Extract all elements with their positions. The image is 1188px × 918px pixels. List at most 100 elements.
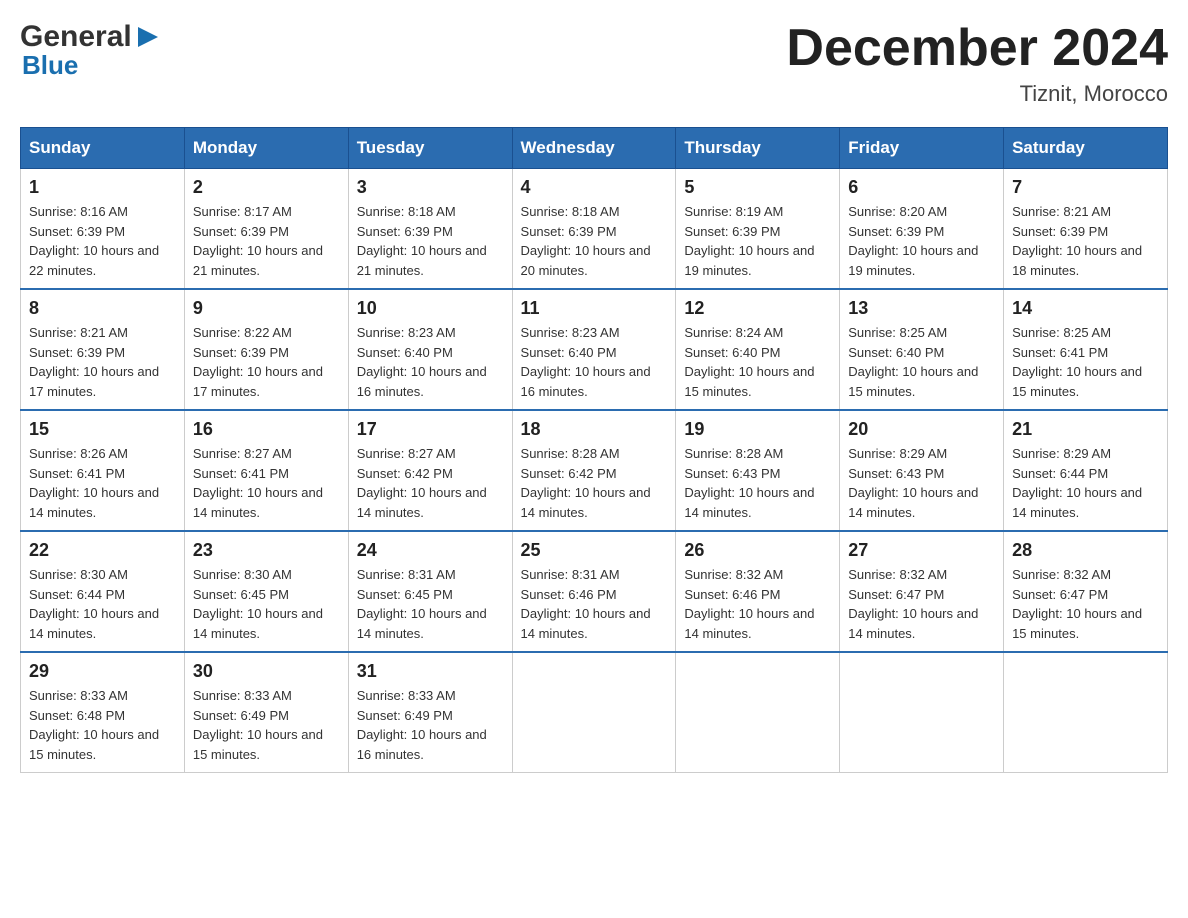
day-info: Sunrise: 8:33 AMSunset: 6:48 PMDaylight:… <box>29 686 176 764</box>
calendar-subtitle: Tiznit, Morocco <box>786 81 1168 107</box>
day-number: 2 <box>193 177 340 198</box>
calendar-cell <box>676 652 840 773</box>
day-number: 21 <box>1012 419 1159 440</box>
day-number: 13 <box>848 298 995 319</box>
calendar-cell: 17Sunrise: 8:27 AMSunset: 6:42 PMDayligh… <box>348 410 512 531</box>
calendar-cell: 22Sunrise: 8:30 AMSunset: 6:44 PMDayligh… <box>21 531 185 652</box>
calendar-week-row-4: 22Sunrise: 8:30 AMSunset: 6:44 PMDayligh… <box>21 531 1168 652</box>
calendar-cell: 12 Sunrise: 8:24 AMSunset: 6:40 PMDayligh… <box>676 289 840 410</box>
calendar-cell: 15Sunrise: 8:26 AMSunset: 6:41 PMDayligh… <box>21 410 185 531</box>
calendar-cell: 20 Sunrise: 8:29 AMSunset: 6:43 PMDayligh… <box>840 410 1004 531</box>
page-header: General Blue December 2024 Tiznit, Moroc… <box>20 20 1168 107</box>
day-info: Sunrise: 8:31 AMSunset: 6:46 PMDaylight:… <box>521 565 668 643</box>
day-number: 12 <box>684 298 831 319</box>
calendar-cell: 26 Sunrise: 8:32 AMSunset: 6:46 PMDayligh… <box>676 531 840 652</box>
day-number: 7 <box>1012 177 1159 198</box>
calendar-cell <box>512 652 676 773</box>
day-number: 27 <box>848 540 995 561</box>
day-number: 18 <box>521 419 668 440</box>
day-number: 9 <box>193 298 340 319</box>
day-info: Sunrise: 8:30 AMSunset: 6:45 PMDaylight:… <box>193 565 340 643</box>
calendar-cell: 21 Sunrise: 8:29 AMSunset: 6:44 PMDayligh… <box>1004 410 1168 531</box>
calendar-table: SundayMondayTuesdayWednesdayThursdayFrid… <box>20 127 1168 773</box>
day-number: 3 <box>357 177 504 198</box>
calendar-header-wednesday: Wednesday <box>512 128 676 169</box>
logo: General Blue <box>20 20 162 81</box>
calendar-cell: 14 Sunrise: 8:25 AMSunset: 6:41 PMDayligh… <box>1004 289 1168 410</box>
calendar-week-row-3: 15Sunrise: 8:26 AMSunset: 6:41 PMDayligh… <box>21 410 1168 531</box>
day-info: Sunrise: 8:32 AMSunset: 6:47 PMDaylight:… <box>1012 565 1159 643</box>
day-number: 25 <box>521 540 668 561</box>
day-info: Sunrise: 8:32 AMSunset: 6:47 PMDaylight:… <box>848 565 995 643</box>
logo-triangle-icon <box>134 23 162 51</box>
calendar-cell: 29 Sunrise: 8:33 AMSunset: 6:48 PMDayligh… <box>21 652 185 773</box>
day-number: 19 <box>684 419 831 440</box>
calendar-title: December 2024 <box>786 20 1168 77</box>
day-info: Sunrise: 8:23 AMSunset: 6:40 PMDaylight:… <box>521 323 668 401</box>
day-number: 4 <box>521 177 668 198</box>
day-number: 28 <box>1012 540 1159 561</box>
logo-general-text: General <box>20 20 132 54</box>
day-info: Sunrise: 8:22 AMSunset: 6:39 PMDaylight:… <box>193 323 340 401</box>
logo-blue-text: Blue <box>22 50 78 81</box>
day-info: Sunrise: 8:21 AMSunset: 6:39 PMDaylight:… <box>1012 202 1159 280</box>
day-info: Sunrise: 8:18 AMSunset: 6:39 PMDaylight:… <box>357 202 504 280</box>
calendar-cell: 18 Sunrise: 8:28 AMSunset: 6:42 PMDayligh… <box>512 410 676 531</box>
day-info: Sunrise: 8:20 AMSunset: 6:39 PMDaylight:… <box>848 202 995 280</box>
day-number: 1 <box>29 177 176 198</box>
day-number: 16 <box>193 419 340 440</box>
day-number: 20 <box>848 419 995 440</box>
calendar-cell <box>840 652 1004 773</box>
day-info: Sunrise: 8:24 AMSunset: 6:40 PMDaylight:… <box>684 323 831 401</box>
day-info: Sunrise: 8:25 AMSunset: 6:41 PMDaylight:… <box>1012 323 1159 401</box>
calendar-cell: 24 Sunrise: 8:31 AMSunset: 6:45 PMDayligh… <box>348 531 512 652</box>
calendar-cell <box>1004 652 1168 773</box>
calendar-header-tuesday: Tuesday <box>348 128 512 169</box>
day-info: Sunrise: 8:30 AMSunset: 6:44 PMDaylight:… <box>29 565 176 643</box>
calendar-cell: 16 Sunrise: 8:27 AMSunset: 6:41 PMDayligh… <box>184 410 348 531</box>
day-info: Sunrise: 8:32 AMSunset: 6:46 PMDaylight:… <box>684 565 831 643</box>
calendar-header-thursday: Thursday <box>676 128 840 169</box>
day-number: 5 <box>684 177 831 198</box>
calendar-cell: 2 Sunrise: 8:17 AMSunset: 6:39 PMDaylight… <box>184 169 348 290</box>
calendar-cell: 13 Sunrise: 8:25 AMSunset: 6:40 PMDayligh… <box>840 289 1004 410</box>
day-info: Sunrise: 8:28 AMSunset: 6:42 PMDaylight:… <box>521 444 668 522</box>
calendar-cell: 25 Sunrise: 8:31 AMSunset: 6:46 PMDayligh… <box>512 531 676 652</box>
day-info: Sunrise: 8:29 AMSunset: 6:44 PMDaylight:… <box>1012 444 1159 522</box>
calendar-cell: 30 Sunrise: 8:33 AMSunset: 6:49 PMDayligh… <box>184 652 348 773</box>
calendar-header-monday: Monday <box>184 128 348 169</box>
day-number: 15 <box>29 419 176 440</box>
calendar-cell: 1 Sunrise: 8:16 AMSunset: 6:39 PMDaylight… <box>21 169 185 290</box>
day-info: Sunrise: 8:21 AMSunset: 6:39 PMDaylight:… <box>29 323 176 401</box>
day-number: 10 <box>357 298 504 319</box>
calendar-header-friday: Friday <box>840 128 1004 169</box>
calendar-header-saturday: Saturday <box>1004 128 1168 169</box>
day-number: 30 <box>193 661 340 682</box>
day-info: Sunrise: 8:25 AMSunset: 6:40 PMDaylight:… <box>848 323 995 401</box>
day-info: Sunrise: 8:19 AMSunset: 6:39 PMDaylight:… <box>684 202 831 280</box>
day-number: 14 <box>1012 298 1159 319</box>
day-info: Sunrise: 8:29 AMSunset: 6:43 PMDaylight:… <box>848 444 995 522</box>
day-info: Sunrise: 8:27 AMSunset: 6:42 PMDaylight:… <box>357 444 504 522</box>
calendar-week-row-2: 8Sunrise: 8:21 AMSunset: 6:39 PMDaylight… <box>21 289 1168 410</box>
day-info: Sunrise: 8:23 AMSunset: 6:40 PMDaylight:… <box>357 323 504 401</box>
day-number: 23 <box>193 540 340 561</box>
calendar-cell: 6Sunrise: 8:20 AMSunset: 6:39 PMDaylight… <box>840 169 1004 290</box>
day-info: Sunrise: 8:33 AMSunset: 6:49 PMDaylight:… <box>193 686 340 764</box>
day-info: Sunrise: 8:27 AMSunset: 6:41 PMDaylight:… <box>193 444 340 522</box>
calendar-cell: 10 Sunrise: 8:23 AMSunset: 6:40 PMDayligh… <box>348 289 512 410</box>
calendar-cell: 28 Sunrise: 8:32 AMSunset: 6:47 PMDayligh… <box>1004 531 1168 652</box>
calendar-cell: 31Sunrise: 8:33 AMSunset: 6:49 PMDayligh… <box>348 652 512 773</box>
day-number: 11 <box>521 298 668 319</box>
calendar-title-area: December 2024 Tiznit, Morocco <box>786 20 1168 107</box>
day-info: Sunrise: 8:31 AMSunset: 6:45 PMDaylight:… <box>357 565 504 643</box>
day-number: 31 <box>357 661 504 682</box>
day-number: 26 <box>684 540 831 561</box>
day-number: 29 <box>29 661 176 682</box>
calendar-cell: 9 Sunrise: 8:22 AMSunset: 6:39 PMDaylight… <box>184 289 348 410</box>
day-info: Sunrise: 8:16 AMSunset: 6:39 PMDaylight:… <box>29 202 176 280</box>
day-number: 24 <box>357 540 504 561</box>
calendar-cell: 19Sunrise: 8:28 AMSunset: 6:43 PMDayligh… <box>676 410 840 531</box>
day-info: Sunrise: 8:17 AMSunset: 6:39 PMDaylight:… <box>193 202 340 280</box>
calendar-cell: 4Sunrise: 8:18 AMSunset: 6:39 PMDaylight… <box>512 169 676 290</box>
